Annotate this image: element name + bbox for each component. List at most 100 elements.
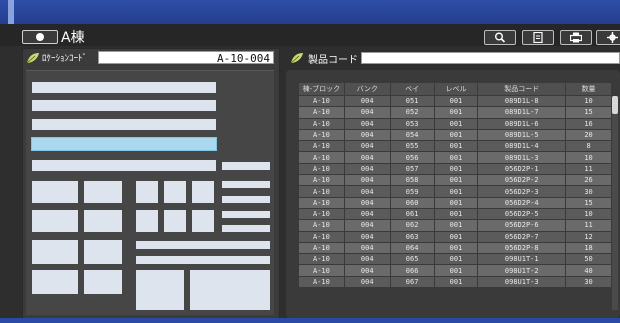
table-cell: 18	[565, 241, 612, 255]
rack-cell[interactable]	[32, 100, 216, 111]
rack-cell[interactable]	[32, 160, 216, 171]
table-cell: 8	[565, 140, 612, 153]
rack-cell[interactable]	[84, 181, 122, 203]
table-row[interactable]: A-10 004 067 001 098U1T-3 30	[298, 275, 612, 289]
table-row[interactable]: A-10 004 054 001 089D1L-5 20	[298, 128, 612, 142]
table-cell: 20	[565, 128, 612, 142]
table-cell: 056D2P-8	[477, 241, 567, 255]
rack-cell[interactable]	[222, 162, 270, 170]
rack-cell[interactable]	[190, 270, 270, 310]
rack-cell[interactable]	[84, 240, 122, 264]
table-row[interactable]: A-10 004 065 001 098U1T-1 50	[298, 253, 612, 266]
table-cell: 12	[565, 230, 612, 243]
table-row[interactable]: A-10 004 057 001 056D2P-1 11	[298, 162, 612, 176]
table-row[interactable]: A-10 004 055 001 089D1L-4 8	[298, 140, 612, 153]
rack-cell[interactable]	[136, 181, 158, 203]
table-cell: 15	[565, 196, 612, 209]
rack-cell[interactable]	[222, 211, 270, 218]
column-header[interactable]: レベル	[433, 82, 479, 96]
table-cell: 001	[433, 219, 479, 232]
rack-cell[interactable]	[84, 210, 122, 232]
rack-cell[interactable]	[32, 181, 78, 203]
table-row[interactable]: A-10 004 063 001 056D2P-7 12	[298, 230, 612, 243]
table-cell: 001	[433, 264, 479, 277]
column-header[interactable]: 製品コード	[477, 82, 567, 96]
table-row[interactable]: A-10 004 062 001 056D2P-6 11	[298, 219, 612, 232]
rack-cell[interactable]	[32, 210, 78, 232]
table-row[interactable]: A-10 004 051 001 089D1L-8 10	[298, 94, 612, 108]
table-cell: A-10	[298, 106, 345, 119]
rack-cell[interactable]	[222, 196, 270, 203]
table-cell: 056D2P-7	[477, 230, 567, 243]
rack-cell[interactable]	[192, 181, 214, 203]
table-cell: 50	[565, 253, 612, 266]
record-icon	[36, 33, 44, 41]
rack-cell[interactable]	[32, 82, 216, 93]
table-cell: A-10	[298, 94, 345, 108]
table-cell: 004	[343, 196, 391, 209]
table-cell: 089D1L-6	[477, 117, 567, 130]
column-header[interactable]: バンク	[343, 82, 391, 96]
table-cell: A-10	[298, 219, 345, 232]
table-cell: 004	[343, 151, 391, 164]
table-cell: 15	[565, 106, 612, 119]
table-cell: 001	[433, 94, 479, 108]
rack-cell[interactable]	[32, 270, 78, 294]
rack-cell[interactable]	[32, 119, 216, 130]
table-cell: 16	[565, 117, 612, 130]
rack-cell[interactable]	[192, 210, 214, 232]
table-row[interactable]: A-10 004 058 001 056D2P-2 26	[298, 174, 612, 187]
table-cell: 056D2P-1	[477, 162, 567, 176]
rack-cell[interactable]	[136, 256, 270, 264]
table-cell: 057	[389, 162, 435, 176]
table-row[interactable]: A-10 004 060 001 056D2P-4 15	[298, 196, 612, 209]
scrollbar-thumb[interactable]	[612, 96, 618, 114]
table-cell: 001	[433, 174, 479, 187]
table-row[interactable]: A-10 004 066 001 098U1T-2 40	[298, 264, 612, 277]
rack-cell[interactable]	[222, 181, 270, 188]
table-cell: 089D1L-4	[477, 140, 567, 153]
table-cell: A-10	[298, 241, 345, 255]
table-row[interactable]: A-10 004 059 001 056D2P-3 30	[298, 185, 612, 198]
table-cell: 064	[389, 241, 435, 255]
home-button[interactable]	[22, 30, 58, 44]
table-cell: 001	[433, 275, 479, 289]
product-code-label: 製品コード	[308, 55, 358, 66]
table-row[interactable]: A-10 004 052 001 089D1L-7 15	[298, 106, 612, 119]
table-cell: 001	[433, 106, 479, 119]
search-button[interactable]	[484, 30, 516, 45]
column-header[interactable]: 数量	[565, 82, 612, 96]
table-cell: 10	[565, 94, 612, 108]
print-icon	[569, 32, 583, 43]
table-scrollbar[interactable]	[612, 96, 618, 310]
table-cell: 056D2P-3	[477, 185, 567, 198]
table-cell: 001	[433, 117, 479, 130]
table-cell: 051	[389, 94, 435, 108]
table-row[interactable]: A-10 004 053 001 089D1L-6 16	[298, 117, 612, 130]
table-cell: 098U1T-1	[477, 253, 567, 266]
rack-cell[interactable]	[136, 270, 184, 310]
rack-cell[interactable]	[32, 240, 78, 264]
print-button[interactable]	[560, 30, 592, 45]
rack-cell[interactable]	[84, 270, 122, 294]
table-row[interactable]: A-10 004 056 001 089D1L-3 10	[298, 151, 612, 164]
table-cell: 067	[389, 275, 435, 289]
rack-cell-selected[interactable]	[31, 137, 217, 151]
table-cell: 30	[565, 275, 612, 289]
rack-cell[interactable]	[164, 181, 186, 203]
document-button[interactable]	[522, 30, 554, 45]
rack-cell[interactable]	[164, 210, 186, 232]
rack-cell[interactable]	[136, 210, 158, 232]
table-row[interactable]: A-10 004 061 001 056D2P-5 10	[298, 207, 612, 221]
table-row[interactable]: A-10 004 064 001 056D2P-8 18	[298, 241, 612, 255]
column-header[interactable]: 棟-ブロック	[298, 82, 345, 96]
settings-button[interactable]	[596, 30, 620, 45]
location-code-field[interactable]: A-10-004	[98, 51, 274, 65]
table-cell: 004	[343, 264, 391, 277]
product-code-field[interactable]	[361, 52, 620, 64]
rack-cell[interactable]	[222, 225, 270, 232]
column-header[interactable]: ベイ	[389, 82, 435, 96]
rack-cell[interactable]	[136, 241, 270, 249]
table-cell: 056	[389, 151, 435, 164]
table-cell: 10	[565, 151, 612, 164]
